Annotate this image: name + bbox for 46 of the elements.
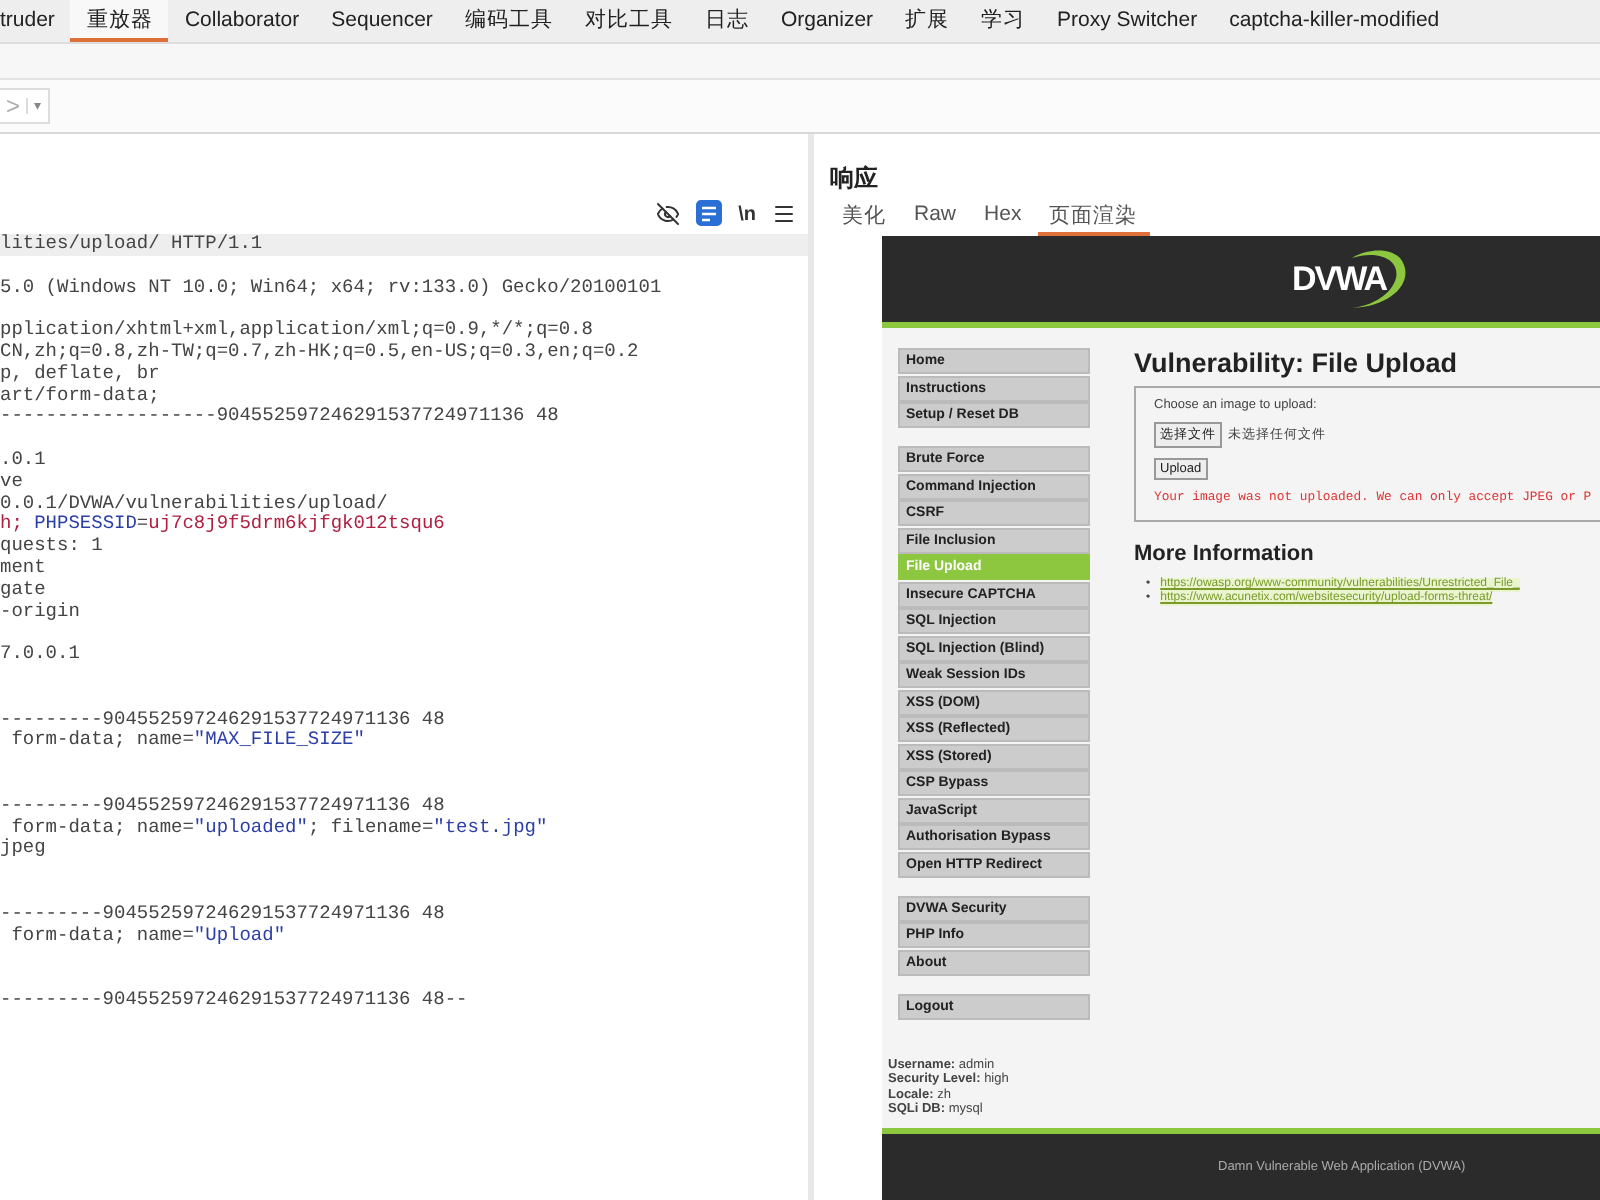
code-line: form-data; name="uploaded"; filename="test.jpg" <box>9 817 550 838</box>
code-line: jpeg <box>0 838 48 861</box>
code-line: ve <box>0 471 25 494</box>
view-tab[interactable]: Raw <box>902 202 969 236</box>
section-heading: More Information <box>1134 542 1316 566</box>
code-line: 0.0.1/DVWA/vulnerabilities/upload/ <box>0 493 390 514</box>
tool-tab[interactable]: truder <box>0 0 71 42</box>
tool-tab[interactable]: Collaborator <box>168 0 316 42</box>
tool-tab[interactable]: 重放器 <box>70 0 169 42</box>
view-tab[interactable]: Hex <box>972 202 1034 236</box>
code-line: 7.0.0.1 <box>0 644 82 666</box>
tool-tab[interactable]: 编码工具 <box>448 0 569 42</box>
tool-tab[interactable]: captcha-killer-modified <box>1213 0 1456 42</box>
panel-title: 响应 <box>830 162 880 196</box>
code-line: -origin <box>0 601 82 623</box>
code-line: quests: 1 <box>0 536 105 558</box>
tool-tab[interactable]: Organizer <box>764 0 890 42</box>
logo: DVWA <box>1292 245 1416 313</box>
code-line: ---------904552597246291537724971136 48-- <box>0 989 470 1012</box>
code-line: gate <box>0 579 48 602</box>
code-line: p, deflate, br <box>0 363 162 386</box>
code-line: pplication/xhtml+xml,application/xml;q=0.9,*/*;q=0.8 <box>0 320 595 342</box>
code-line: CN,zh;q=0.8,zh-TW;q=0.7,zh-HK;q=0.5,en-US;q=0.3,en;q=0.2 <box>0 341 641 364</box>
code-line: -------------------904552597246291537724971136 48 <box>0 406 561 429</box>
tool-tab[interactable]: 对比工具 <box>568 0 689 42</box>
tool-tab[interactable]: 日志 <box>688 0 765 42</box>
tool-tab[interactable]: 扩展 <box>889 0 966 42</box>
code-line: ---------904552597246291537724971136 48 <box>0 709 447 730</box>
code-line: h; PHPSESSID=uj7c8j9f5drm6kjfgk012tsqu6 <box>0 514 447 537</box>
newline-button[interactable]: \n <box>738 204 756 226</box>
layout-toggle-icon[interactable] <box>696 200 723 226</box>
code-line: ment <box>0 557 48 580</box>
page-heading: Vulnerability: File Upload <box>1134 348 1460 378</box>
code-line: form-data; name="MAX_FILE_SIZE" <box>9 730 367 753</box>
code-line: .0.1 <box>0 449 48 472</box>
tool-tab[interactable]: Proxy Switcher <box>1041 0 1214 42</box>
code-line: form-data; name="Upload" <box>9 925 288 947</box>
view-tab[interactable]: 美化 <box>830 202 898 236</box>
code-line: 5.0 (Windows NT 10.0; Win64; x64; rv:133.0) Gecko/20100101 <box>0 277 664 299</box>
tool-tab[interactable]: Sequencer <box>315 0 449 42</box>
hide-icon[interactable] <box>656 202 681 226</box>
menu-icon[interactable] <box>772 202 796 226</box>
code-line: ---------904552597246291537724971136 48 <box>0 795 447 818</box>
code-line: art/form-data; <box>0 385 162 407</box>
tool-tab[interactable]: 学习 <box>965 0 1042 42</box>
code-line: ---------904552597246291537724971136 48 <box>0 903 447 925</box>
